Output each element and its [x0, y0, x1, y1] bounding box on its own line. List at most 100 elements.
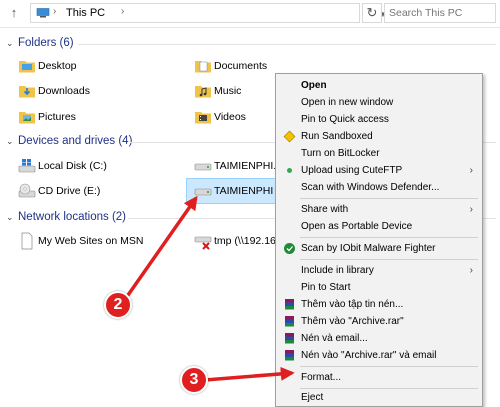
menu-eject[interactable]: Eject [277, 389, 481, 406]
chevron-down-icon: ⌄ [6, 212, 14, 222]
menu-include-library[interactable]: Include in library › [277, 262, 481, 279]
menu-label: Pin to Quick access [301, 114, 389, 125]
section-devices[interactable]: ⌄ Devices and drives (4) [6, 135, 132, 147]
context-menu: Open Open in new window Pin to Quick acc… [275, 73, 483, 407]
menu-share-with[interactable]: Share with › [277, 201, 481, 218]
address-box[interactable]: › This PC › ▼ [30, 3, 387, 23]
menu-run-sandboxed[interactable]: Run Sandboxed [277, 128, 481, 145]
section-folders[interactable]: ⌄ Folders (6) [6, 37, 74, 49]
drive-taimienphi-vn[interactable]: TAIMIENPHI.VN [194, 156, 291, 176]
menu-open-portable[interactable]: Open as Portable Device [277, 218, 481, 235]
menu-add-archive[interactable]: Thêm vào tập tin nén... [277, 296, 481, 313]
drive-taimienphi-f-selected[interactable]: TAIMIENPHI (F: [186, 178, 289, 204]
menu-open-new-window[interactable]: Open in new window [277, 94, 481, 111]
drive-label: Local Disk (C:) [38, 160, 107, 172]
menu-compress-rar-email[interactable]: Nén vào "Archive.rar" và email [277, 347, 481, 364]
pictures-folder-icon [19, 112, 35, 124]
menu-label: Open [301, 80, 327, 91]
folder-label: Videos [214, 111, 246, 123]
folder-label: Downloads [38, 85, 90, 97]
menu-bitlocker[interactable]: Turn on BitLocker [277, 145, 481, 162]
drive-cd-e[interactable]: CD Drive (E:) [18, 181, 178, 201]
folder-desktop[interactable]: Desktop [18, 56, 178, 76]
search-input[interactable] [389, 6, 493, 20]
cuteftp-icon [287, 168, 292, 173]
folder-downloads[interactable]: Downloads [18, 81, 178, 101]
menu-separator [300, 237, 478, 238]
desktop-folder-icon [19, 61, 35, 73]
menu-label: Nén vào "Archive.rar" và email [301, 350, 437, 361]
section-network[interactable]: ⌄ Network locations (2) [6, 211, 126, 223]
refresh-button[interactable]: ↻ [362, 3, 382, 23]
folder-videos[interactable]: Videos [194, 107, 274, 127]
chevron-down-icon: ⌄ [6, 38, 14, 48]
step-3-badge: 3 [180, 366, 208, 394]
folder-label: Desktop [38, 60, 77, 72]
menu-separator [300, 259, 478, 260]
folder-label: Documents [214, 60, 268, 72]
network-label: My Web Sites on MSN [38, 235, 144, 247]
address-bar-row: ↑ › This PC › ▼ ↻ [0, 0, 500, 28]
menu-label: Share with [301, 204, 349, 215]
menu-open[interactable]: Open [277, 77, 481, 94]
menu-label: Scan with Windows Defender... [301, 182, 440, 193]
network-tmp[interactable]: tmp (\\192.168. [194, 231, 285, 251]
section-network-label: Network locations (2) [18, 211, 127, 223]
menu-add-archive-rar[interactable]: Thêm vào "Archive.rar" [277, 313, 481, 330]
menu-compress-email[interactable]: Nén và email... [277, 330, 481, 347]
up-arrow-icon[interactable]: ↑ [6, 5, 22, 21]
menu-label: Pin to Start [301, 282, 351, 293]
network-my-web-sites[interactable]: My Web Sites on MSN [18, 231, 178, 251]
menu-separator [300, 198, 478, 199]
menu-label: Upload using CuteFTP [301, 165, 403, 176]
step-2-badge: 2 [104, 291, 132, 319]
menu-label: Eject [301, 392, 324, 403]
folder-label: Music [214, 85, 242, 97]
menu-label: Thêm vào tập tin nén... [301, 299, 404, 310]
menu-label: Thêm vào "Archive.rar" [301, 316, 404, 327]
folder-pictures[interactable]: Pictures [18, 107, 178, 127]
section-divider [78, 44, 496, 45]
menu-pin-start[interactable]: Pin to Start [277, 279, 481, 296]
breadcrumb-separator-icon: › [53, 6, 57, 17]
windows-drive-icon [18, 159, 36, 173]
submenu-arrow-icon: › [469, 204, 473, 215]
documents-folder-icon [195, 61, 211, 73]
menu-iobit-scan[interactable]: Scan by IObit Malware Fighter [277, 240, 481, 257]
breadcrumb-this-pc[interactable]: This PC [66, 7, 105, 19]
folder-music[interactable]: Music [194, 81, 274, 101]
menu-pin-quick-access[interactable]: Pin to Quick access [277, 111, 481, 128]
menu-cuteftp[interactable]: Upload using CuteFTP › [277, 162, 481, 179]
disconnected-network-drive-icon [194, 236, 212, 250]
folder-label: Pictures [38, 111, 76, 123]
menu-windows-defender[interactable]: Scan with Windows Defender... [277, 179, 481, 196]
menu-label: Format... [301, 372, 342, 383]
menu-format[interactable]: Format... [277, 369, 481, 386]
usb-drive-icon [194, 188, 212, 196]
this-pc-icon [36, 8, 50, 18]
section-folders-label: Folders (6) [18, 37, 74, 49]
drive-label: CD Drive (E:) [38, 185, 101, 197]
submenu-arrow-icon: › [469, 165, 473, 176]
winrar-icon [285, 316, 294, 327]
menu-label: Turn on BitLocker [301, 148, 380, 159]
breadcrumb-separator-icon: › [121, 6, 125, 17]
menu-label: Run Sandboxed [301, 131, 373, 142]
menu-separator [300, 366, 478, 367]
downloads-folder-icon [19, 86, 35, 98]
chevron-down-icon: ⌄ [6, 136, 14, 146]
search-box[interactable] [384, 3, 496, 23]
document-icon [21, 232, 33, 250]
submenu-arrow-icon: › [469, 265, 473, 276]
drive-local-disk-c[interactable]: Local Disk (C:) [18, 156, 178, 176]
winrar-icon [285, 350, 294, 361]
music-folder-icon [195, 86, 211, 98]
menu-label: Include in library [301, 265, 374, 276]
videos-folder-icon [195, 112, 211, 124]
folder-documents[interactable]: Documents [194, 56, 274, 76]
menu-label: Open as Portable Device [301, 221, 413, 232]
iobit-shield-icon [284, 243, 295, 254]
usb-drive-icon [194, 163, 212, 171]
winrar-icon [285, 333, 294, 344]
menu-label: Open in new window [301, 97, 394, 108]
